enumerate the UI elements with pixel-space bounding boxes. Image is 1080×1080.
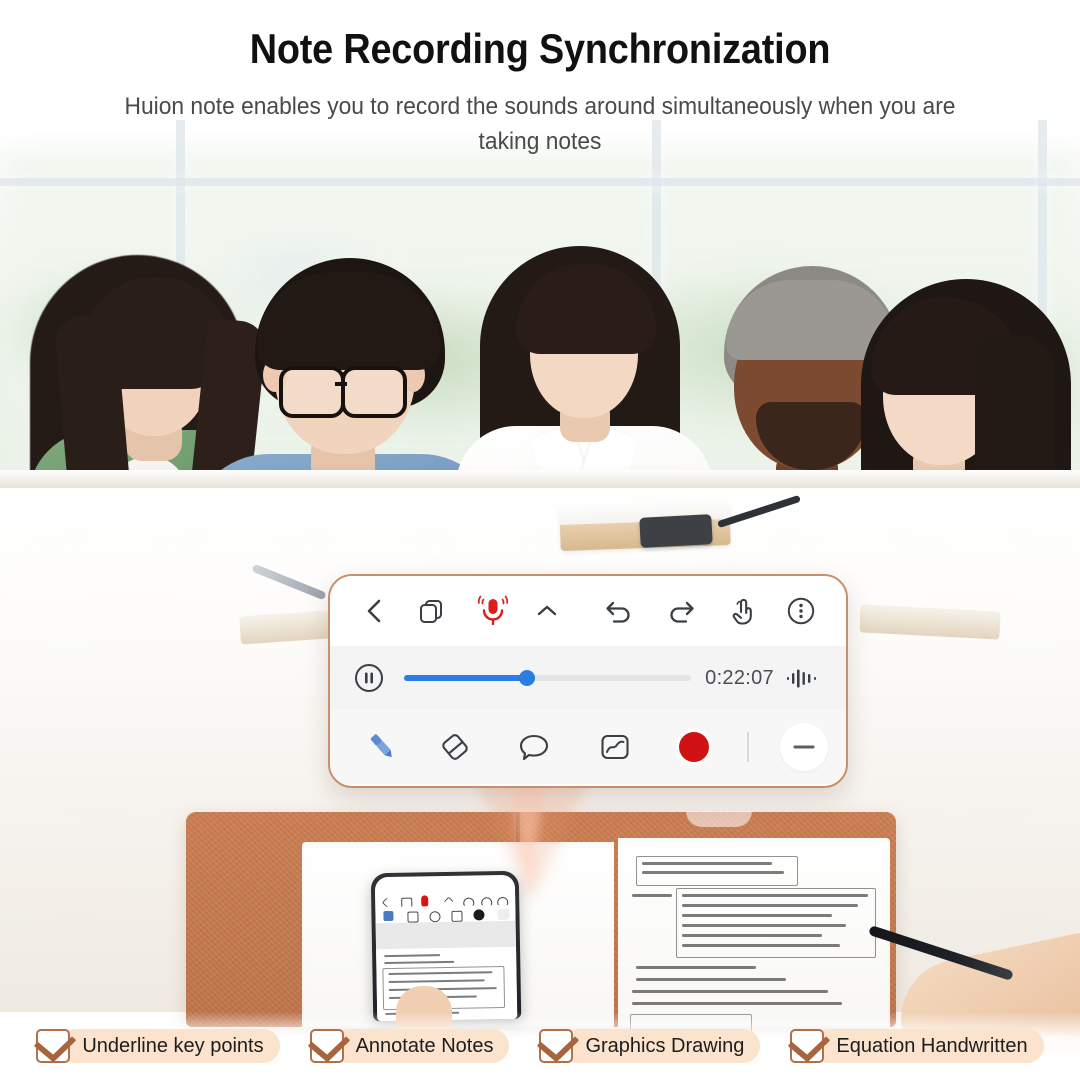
touch-gesture-icon[interactable]	[712, 596, 774, 626]
table-edge	[0, 470, 1080, 488]
toolbar-top-row	[330, 576, 846, 646]
feature-badge[interactable]: Annotate Notes	[309, 1026, 510, 1066]
progress-knob[interactable]	[519, 670, 536, 686]
feature-label: Annotate Notes	[331, 1029, 510, 1063]
folio-seam	[516, 812, 520, 846]
toolbar-tools-row	[330, 710, 846, 784]
window-mullion	[0, 178, 1080, 186]
playback-progress-slider[interactable]	[404, 670, 692, 686]
image-icon[interactable]	[574, 732, 656, 762]
redo-icon[interactable]	[650, 598, 712, 624]
checkbox-checked-icon	[790, 1029, 825, 1063]
progress-fill	[404, 675, 528, 681]
undo-icon[interactable]	[588, 598, 650, 624]
chevron-up-icon[interactable]	[524, 603, 570, 619]
folio-notch	[686, 811, 752, 827]
checkbox-checked-icon	[36, 1029, 71, 1063]
pages-icon[interactable]	[400, 597, 462, 625]
toolbar-divider	[732, 732, 764, 762]
page-subtitle: Huion note enables you to record the sou…	[124, 93, 956, 155]
feature-label: Equation Handwritten	[812, 1029, 1044, 1063]
feature-badge[interactable]: Underline key points	[36, 1026, 280, 1066]
record-icon[interactable]	[656, 732, 732, 762]
feature-label: Graphics Drawing	[561, 1029, 761, 1063]
more-options-icon[interactable]	[774, 596, 828, 626]
microphone-icon[interactable]	[462, 593, 524, 629]
desk-phone	[639, 514, 713, 548]
page-title: Note Recording Synchronization	[249, 25, 831, 72]
notebook-page-right	[618, 838, 890, 1032]
toolbar-playback-row: 0:22:07	[330, 646, 846, 710]
note-app-toolbar-panel: 0:22:07	[328, 574, 848, 788]
minimize-icon[interactable]	[780, 723, 828, 771]
feature-badge-list: Underline key points Annotate Notes Grap…	[0, 1012, 1080, 1080]
waveform-icon[interactable]	[774, 666, 830, 690]
back-icon[interactable]	[348, 597, 400, 625]
leather-folio-notebook	[186, 811, 896, 1032]
feature-label: Underline key points	[58, 1029, 280, 1063]
pen-icon[interactable]	[348, 729, 416, 765]
feature-badge[interactable]: Graphics Drawing	[539, 1026, 761, 1066]
phone-divider	[375, 920, 517, 950]
promo-page: Note Recording Synchronization Huion not…	[0, 0, 1080, 1080]
checkbox-checked-icon	[309, 1029, 344, 1063]
feature-badge[interactable]: Equation Handwritten	[790, 1026, 1044, 1066]
header: Note Recording Synchronization Huion not…	[0, 0, 1080, 160]
checkbox-checked-icon	[539, 1029, 574, 1063]
eraser-icon[interactable]	[416, 730, 494, 764]
playback-timestamp: 0:22:07	[705, 666, 774, 689]
comment-icon[interactable]	[494, 732, 574, 762]
pause-button[interactable]	[346, 662, 392, 694]
